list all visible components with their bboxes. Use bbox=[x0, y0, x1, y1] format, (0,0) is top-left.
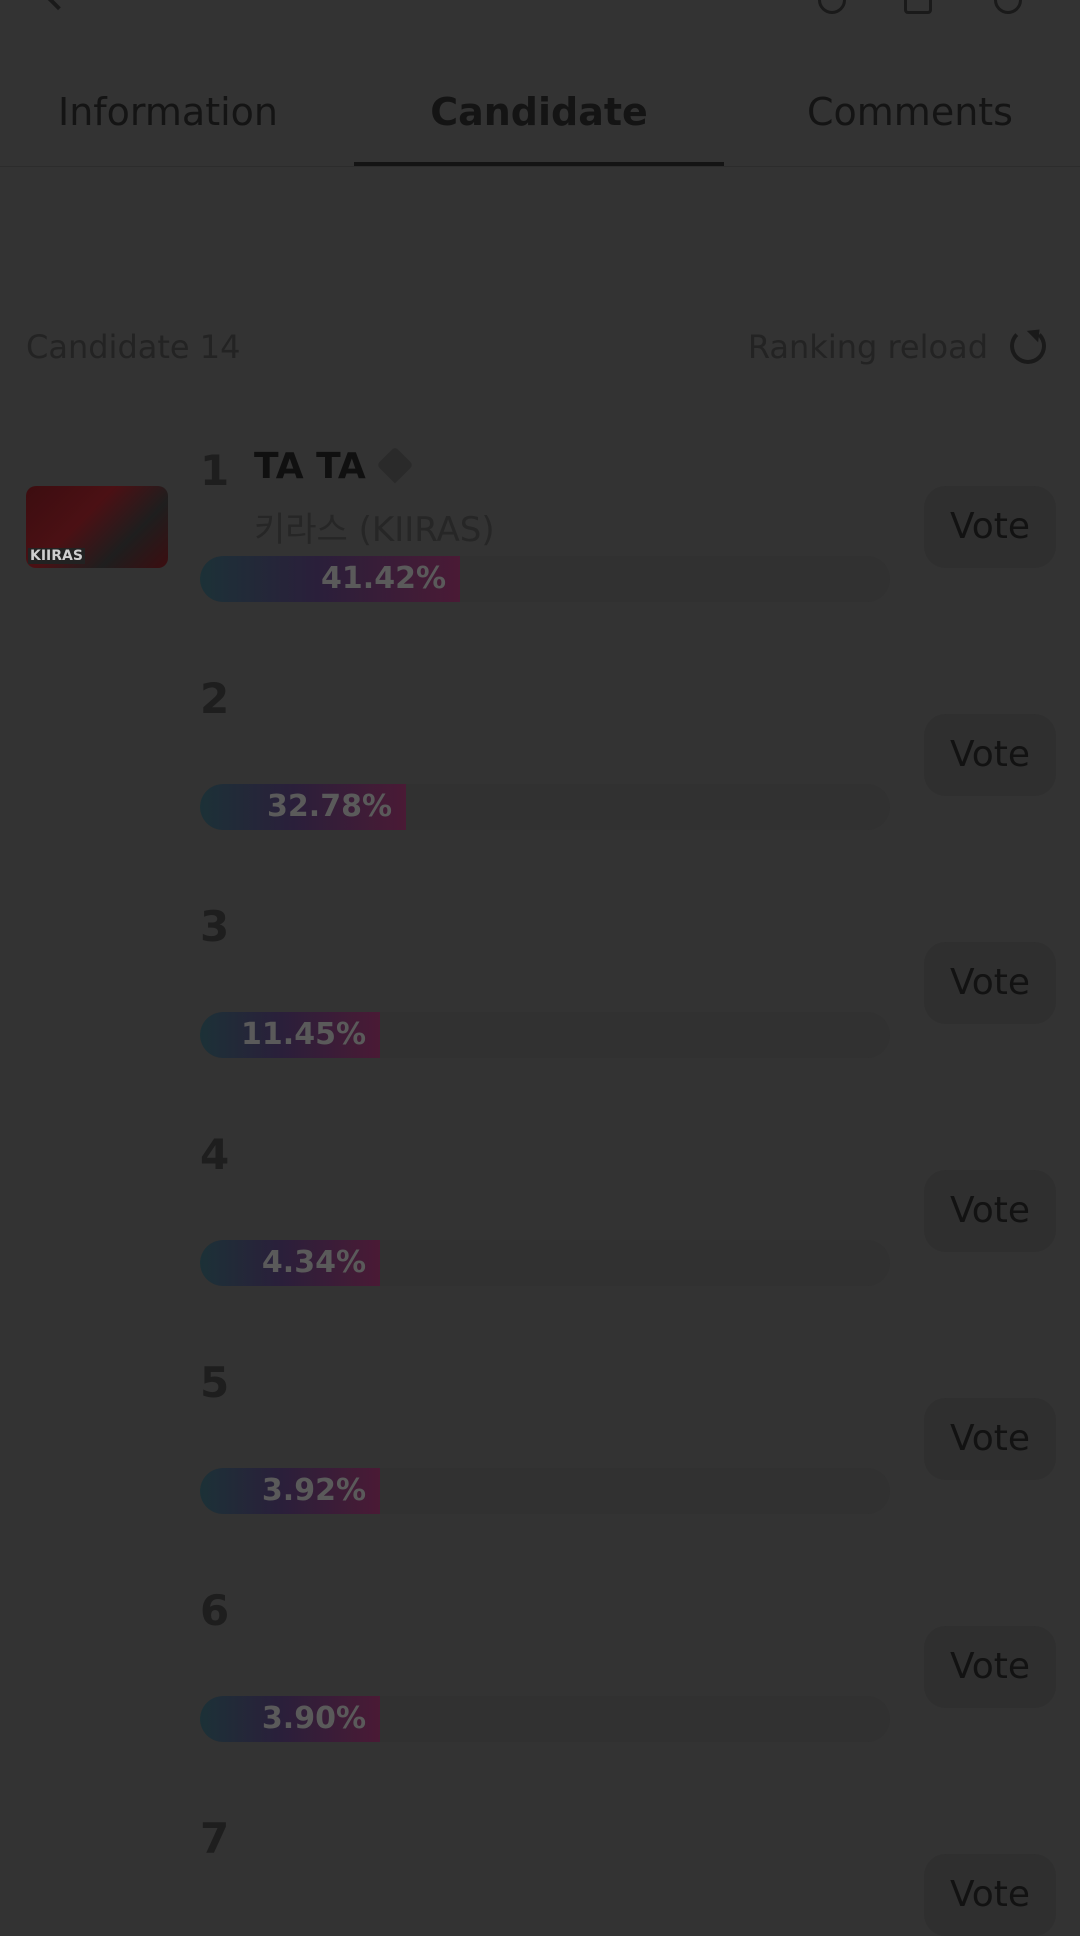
candidate-thumbnail[interactable]: KIIRAS bbox=[26, 486, 168, 568]
candidate-rank: 1 bbox=[200, 446, 230, 495]
vote-percentage: 11.45% bbox=[241, 1017, 366, 1052]
candidate-name: TA TA bbox=[254, 446, 366, 487]
candidate-row: 2 32.78% Vote bbox=[0, 648, 1080, 876]
vote-percentage: 3.92% bbox=[261, 1473, 366, 1508]
share-icon[interactable] bbox=[818, 0, 846, 14]
vote-progress-bar: 4.34% bbox=[200, 1240, 890, 1286]
vote-progress-fill: 11.45% bbox=[200, 1012, 380, 1058]
vote-percentage: 41.42% bbox=[321, 561, 446, 596]
vote-button[interactable]: Vote bbox=[924, 486, 1056, 568]
vote-percentage: 4.34% bbox=[261, 1245, 366, 1280]
candidate-list-header: Candidate 14 Ranking reload bbox=[0, 320, 1080, 380]
pin-icon[interactable] bbox=[376, 446, 414, 484]
vote-progress-bar: 3.90% bbox=[200, 1696, 890, 1742]
tab-bar: Information Candidate Comments bbox=[0, 60, 1080, 167]
candidate-count: Candidate 14 bbox=[26, 328, 241, 366]
reload-icon[interactable] bbox=[1010, 328, 1046, 364]
back-arrow-icon[interactable] bbox=[42, 0, 70, 14]
ranking-reload-label[interactable]: Ranking reload bbox=[748, 328, 988, 366]
candidate-rank: 6 bbox=[200, 1586, 230, 1635]
vote-progress-bar: 11.45% bbox=[200, 1012, 890, 1058]
candidate-row: 6 3.90% Vote bbox=[0, 1560, 1080, 1788]
candidate-group: 키라스 (KIIRAS) bbox=[254, 510, 495, 550]
active-tab-indicator bbox=[354, 162, 724, 166]
vote-button[interactable]: Vote bbox=[924, 714, 1056, 796]
vote-percentage: 3.90% bbox=[261, 1701, 366, 1736]
vote-button[interactable]: Vote bbox=[924, 942, 1056, 1024]
vote-button[interactable]: Vote bbox=[924, 1626, 1056, 1708]
vote-progress-bar: 32.78% bbox=[200, 784, 890, 830]
tab-candidate[interactable]: Candidate bbox=[354, 82, 724, 142]
candidate-rank: 5 bbox=[200, 1358, 230, 1407]
top-bar bbox=[0, 0, 1080, 20]
vote-progress-fill: 32.78% bbox=[200, 784, 406, 830]
candidate-rank: 3 bbox=[200, 902, 230, 951]
vote-progress-fill: 41.42% bbox=[200, 556, 460, 602]
vote-button[interactable]: Vote bbox=[924, 1398, 1056, 1480]
candidate-rank: 4 bbox=[200, 1130, 230, 1179]
vote-button[interactable]: Vote bbox=[924, 1854, 1056, 1936]
candidate-row: 7 Vote bbox=[0, 1788, 1080, 1936]
bell-icon[interactable] bbox=[904, 0, 932, 14]
vote-progress-fill: 3.90% bbox=[200, 1696, 380, 1742]
candidate-rank: 7 bbox=[200, 1814, 230, 1863]
vote-progress-bar: 41.42% bbox=[200, 556, 890, 602]
vote-button[interactable]: Vote bbox=[924, 1170, 1056, 1252]
tab-comments[interactable]: Comments bbox=[740, 82, 1080, 142]
candidate-row: 4 4.34% Vote bbox=[0, 1104, 1080, 1332]
thumbnail-logo-text: KIIRAS bbox=[28, 548, 85, 564]
candidate-row: KIIRAS 1 TA TA 키라스 (KIIRAS) 41.42% Vote bbox=[0, 420, 1080, 648]
candidate-row: 5 3.92% Vote bbox=[0, 1332, 1080, 1560]
tab-information[interactable]: Information bbox=[0, 82, 336, 142]
vote-progress-fill: 3.92% bbox=[200, 1468, 380, 1514]
candidate-rank: 2 bbox=[200, 674, 230, 723]
vote-progress-bar: 3.92% bbox=[200, 1468, 890, 1514]
vote-percentage: 32.78% bbox=[267, 789, 392, 824]
more-icon[interactable] bbox=[994, 0, 1022, 14]
vote-progress-fill: 4.34% bbox=[200, 1240, 380, 1286]
candidate-row: 3 11.45% Vote bbox=[0, 876, 1080, 1104]
